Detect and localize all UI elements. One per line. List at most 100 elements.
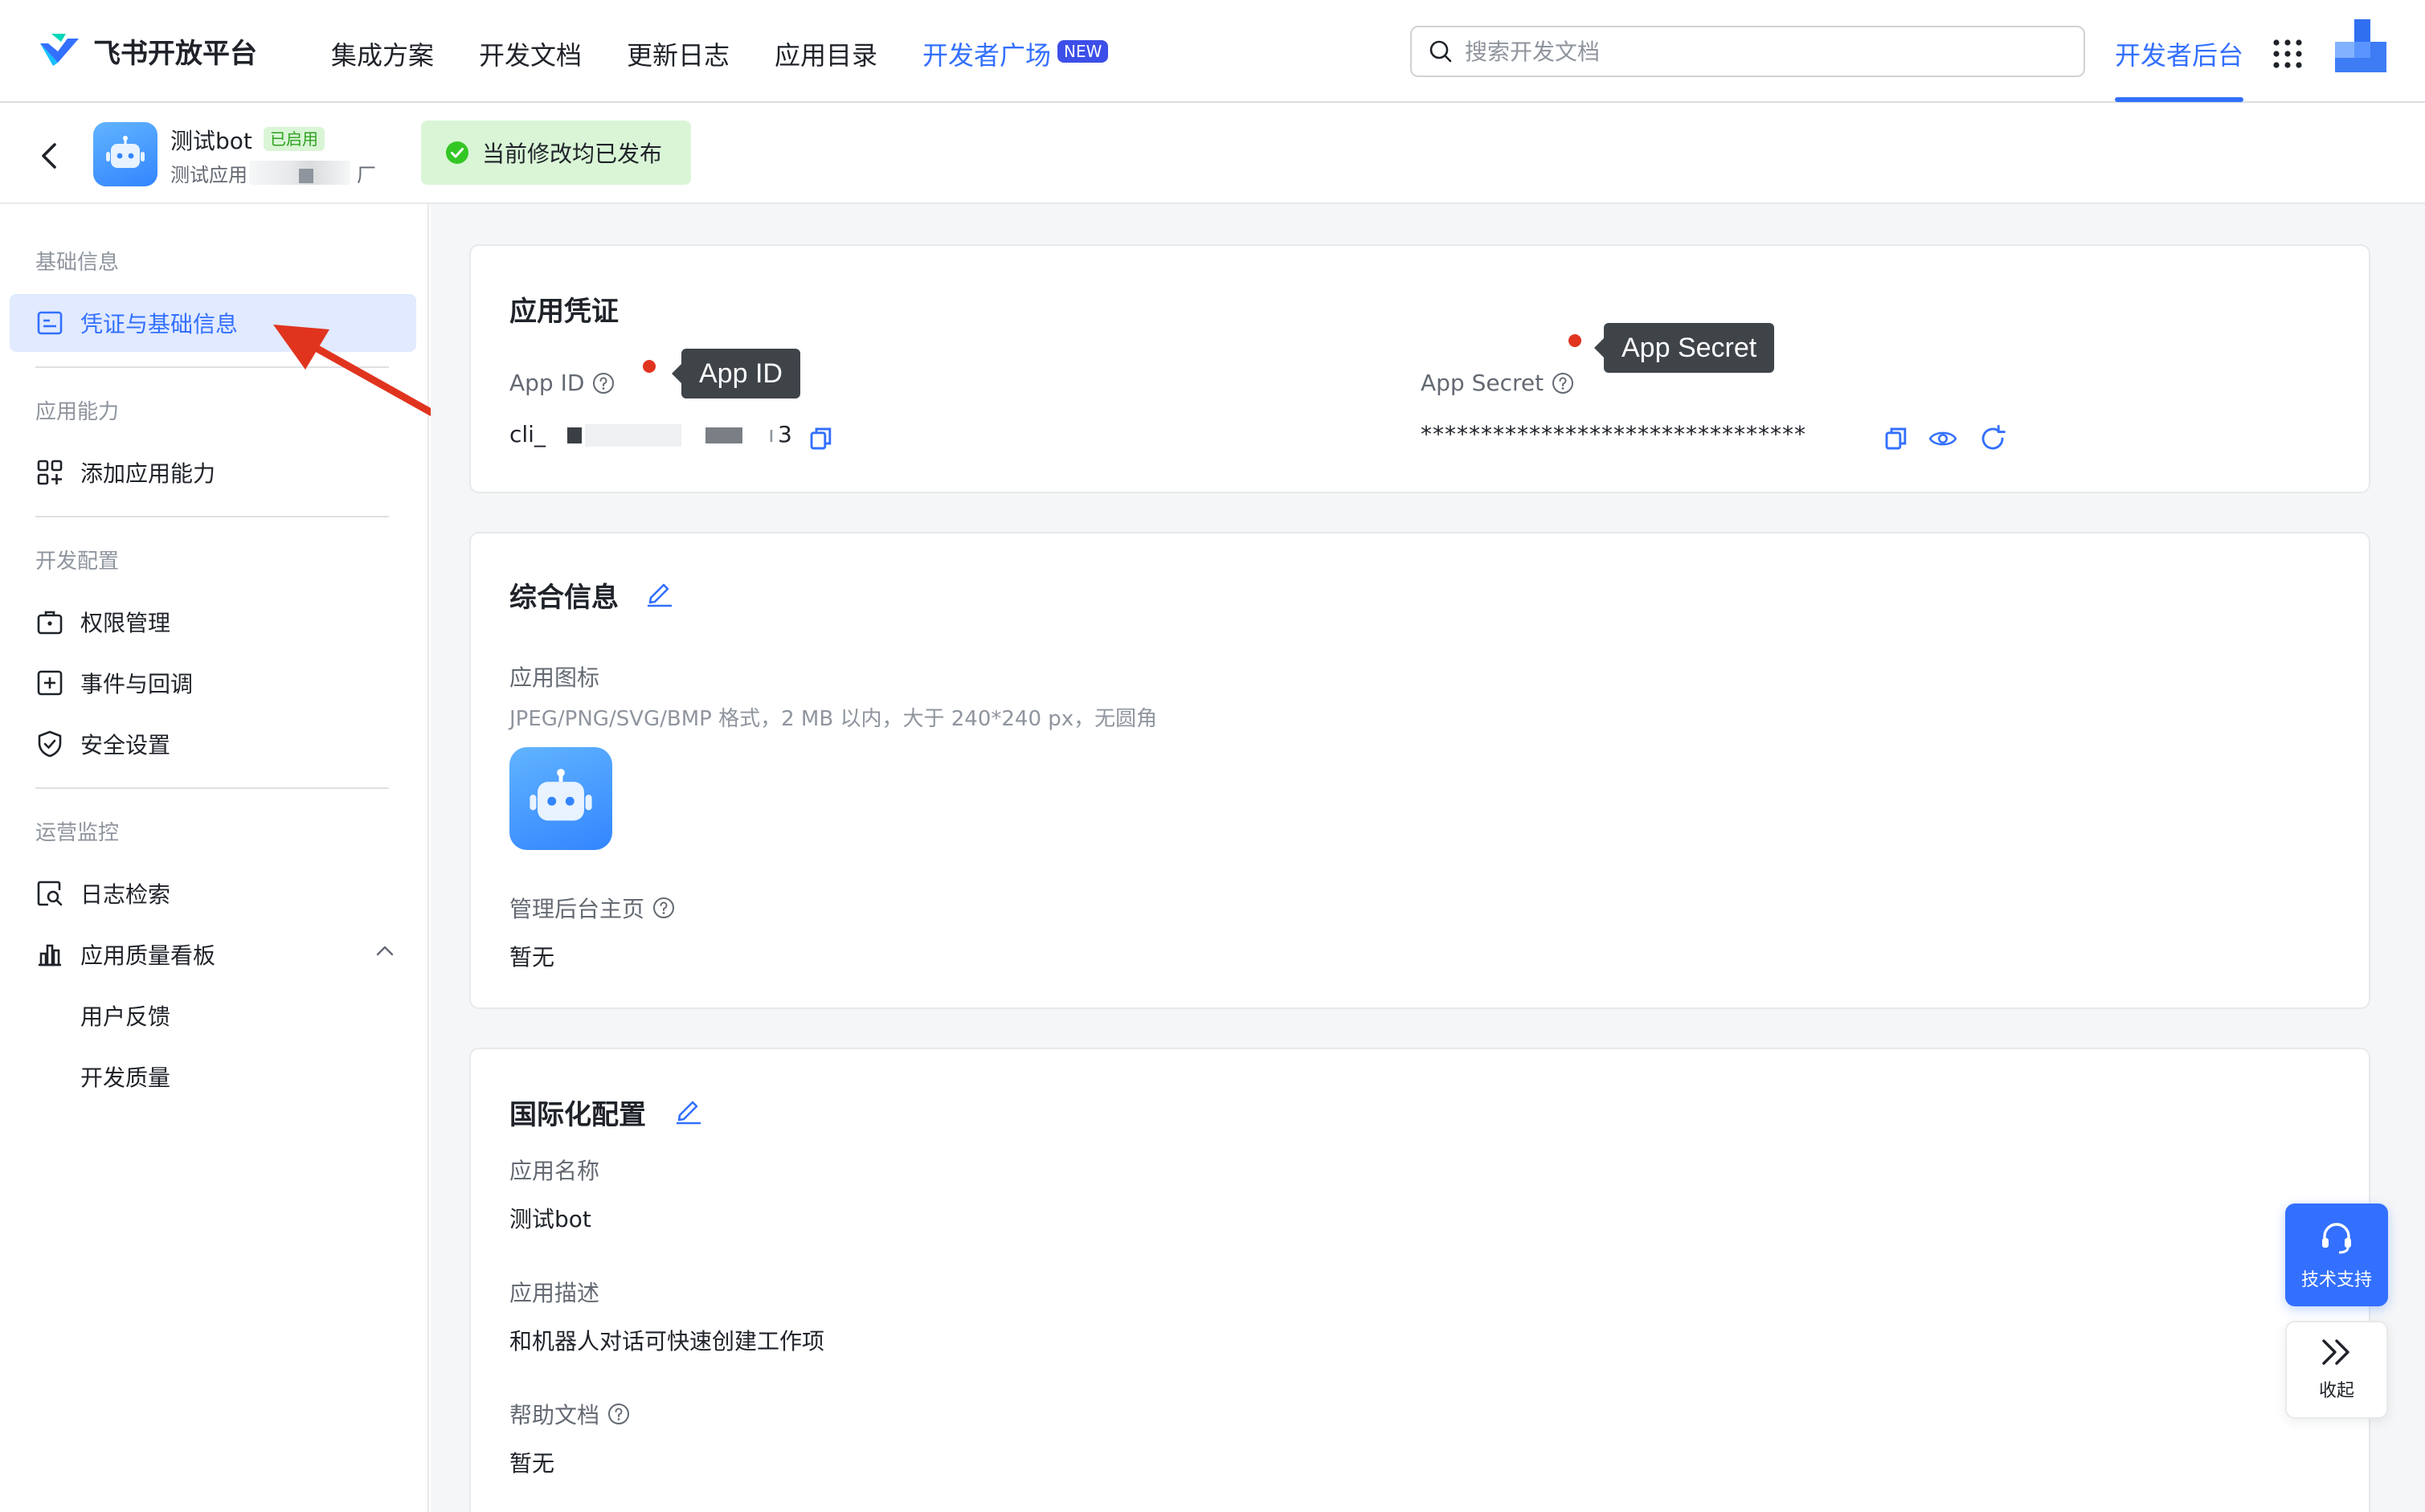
group-basic-info: 基础信息 — [35, 251, 120, 275]
sidebar-item-label: 添加应用能力 — [80, 460, 216, 487]
add-capability-icon — [35, 458, 64, 487]
app-name-label: 应用名称 — [509, 1158, 600, 1184]
sidebar-item-label: 应用质量看板 — [80, 942, 216, 969]
sidebar-item-label: 用户反馈 — [80, 1003, 171, 1030]
sidebar-item-label: 事件与回调 — [80, 671, 194, 697]
sidebar-item-events[interactable]: 事件与回调 — [10, 654, 416, 712]
nav-integration[interactable]: 集成方案 — [331, 35, 434, 72]
shield-icon — [35, 729, 64, 758]
annotation-dot — [1568, 334, 1581, 347]
redacted-mark — [567, 427, 582, 443]
annotation-dot — [643, 360, 656, 373]
help-doc-label: 帮助文档 — [509, 1398, 630, 1430]
main-content: 应用凭证 App ID App ID cli_ ı 3 App Secret A… — [431, 204, 2425, 1512]
nav-changelog[interactable]: 更新日志 — [627, 35, 730, 72]
log-search-icon — [35, 879, 64, 908]
feishu-logo-icon — [40, 34, 79, 66]
help-icon[interactable] — [607, 1403, 630, 1425]
help-doc-value: 暂无 — [509, 1450, 555, 1477]
nav-app-directory[interactable]: 应用目录 — [775, 35, 877, 72]
status-badge: 已启用 — [264, 127, 325, 151]
redacted-mark — [705, 427, 742, 443]
brand[interactable]: 飞书开放平台 — [37, 31, 257, 71]
robot-icon — [106, 136, 145, 168]
credentials-card: 应用凭证 App ID App ID cli_ ı 3 App Secret A… — [469, 244, 2370, 493]
sidebar-item-security[interactable]: 安全设置 — [10, 715, 416, 773]
tech-support-label: 技术支持 — [2300, 1270, 2372, 1290]
i18n-card: 国际化配置 应用名称 测试bot 应用描述 和机器人对话可快速创建工作项 帮助文… — [469, 1048, 2370, 1512]
sidebar-item-feedback[interactable]: 用户反馈 — [10, 987, 416, 1044]
app-launcher-icon[interactable] — [2272, 39, 2303, 69]
copy-icon[interactable] — [807, 424, 836, 453]
admin-home-label: 管理后台主页 — [509, 892, 675, 924]
search-input[interactable] — [1465, 38, 2043, 65]
admin-home-label-text: 管理后台主页 — [509, 896, 645, 922]
app-avatar — [93, 122, 157, 186]
nav-developer-square[interactable]: 开发者广场 — [922, 35, 1051, 72]
headset-icon — [2322, 1223, 2351, 1254]
edit-icon[interactable] — [673, 1094, 704, 1125]
group-ops-monitor: 运营监控 — [35, 821, 120, 845]
chevron-up-icon[interactable] — [376, 945, 394, 956]
edit-icon[interactable] — [644, 577, 675, 607]
sidebar-item-dev-quality[interactable]: 开发质量 — [10, 1048, 416, 1105]
admin-home-value: 暂无 — [509, 944, 555, 971]
search-box[interactable] — [1410, 26, 2085, 77]
app-id-tooltip: App ID — [672, 349, 800, 398]
i18n-title: 国际化配置 — [509, 1099, 646, 1131]
sidebar-item-quality-board[interactable]: 应用质量看板 — [10, 926, 416, 983]
bar-chart-icon — [35, 940, 64, 969]
help-doc-label-text: 帮助文档 — [509, 1402, 600, 1428]
app-id-label-text: App ID — [509, 370, 585, 396]
redacted-mark — [299, 169, 313, 183]
app-desc-label: 应用描述 — [509, 1280, 600, 1306]
developer-console-link[interactable]: 开发者后台 — [2115, 35, 2243, 72]
sidebar-item-logs[interactable]: 日志检索 — [10, 864, 416, 922]
copy-icon[interactable] — [1882, 424, 1911, 453]
collapse-label: 收起 — [2318, 1381, 2354, 1401]
event-add-icon — [35, 668, 64, 697]
app-secret-tooltip: App Secret — [1593, 323, 1775, 373]
help-icon[interactable] — [652, 897, 675, 919]
general-info-card: 综合信息 应用图标 JPEG/PNG/SVG/BMP 格式，2 MB 以内，大于… — [469, 532, 2370, 1009]
active-tab-indicator — [2115, 97, 2243, 102]
back-arrow-icon[interactable] — [37, 141, 63, 170]
app-icon-hint: JPEG/PNG/SVG/BMP 格式，2 MB 以内，大于 240*240 p… — [509, 707, 1158, 731]
sidebar-item-label: 凭证与基础信息 — [80, 311, 239, 337]
search-icon — [1429, 40, 1452, 63]
nav-docs[interactable]: 开发文档 — [479, 35, 582, 72]
robot-icon — [530, 769, 592, 821]
top-navigation: 飞书开放平台 集成方案 开发文档 更新日志 应用目录 开发者广场 NEW 开发者… — [0, 0, 2425, 103]
eye-icon[interactable] — [1928, 424, 1957, 453]
app-name-value: 测试bot — [509, 1206, 591, 1232]
group-dev-config: 开发配置 — [35, 550, 120, 574]
tech-support-button[interactable]: 技术支持 — [2285, 1203, 2388, 1306]
app-name: 测试bot — [170, 128, 252, 154]
app-id-label: App ID — [509, 370, 615, 396]
app-subtitle-start: 测试应用 — [170, 164, 247, 186]
credential-card-icon — [35, 309, 64, 337]
user-avatar[interactable] — [2335, 19, 2386, 72]
check-circle-icon — [446, 141, 468, 164]
publish-status-banner: 当前修改均已发布 — [421, 121, 691, 185]
refresh-icon[interactable] — [1978, 424, 2007, 453]
redacted-text — [585, 424, 681, 447]
group-capability: 应用能力 — [35, 400, 120, 424]
sidebar-item-label: 安全设置 — [80, 732, 171, 758]
help-icon[interactable] — [592, 372, 615, 394]
divider — [35, 787, 389, 789]
app-icon-preview[interactable] — [509, 747, 612, 850]
app-header: 测试bot 已启用 测试应用 厂 当前修改均已发布 — [0, 103, 2425, 204]
app-desc-value: 和机器人对话可快速创建工作项 — [509, 1328, 825, 1355]
app-secret-label: App Secret — [1421, 370, 1574, 396]
new-badge: NEW — [1057, 40, 1109, 63]
collapse-button[interactable]: 收起 — [2285, 1321, 2388, 1419]
sidebar-item-permissions[interactable]: 权限管理 — [10, 593, 416, 651]
brand-name: 飞书开放平台 — [93, 37, 257, 70]
sidebar-item-label: 权限管理 — [80, 610, 171, 636]
app-subtitle-end: 厂 — [357, 164, 376, 186]
help-icon[interactable] — [1552, 372, 1574, 394]
credentials-title: 应用凭证 — [509, 296, 619, 328]
divider — [35, 516, 389, 517]
app-icon-label: 应用图标 — [509, 664, 600, 691]
